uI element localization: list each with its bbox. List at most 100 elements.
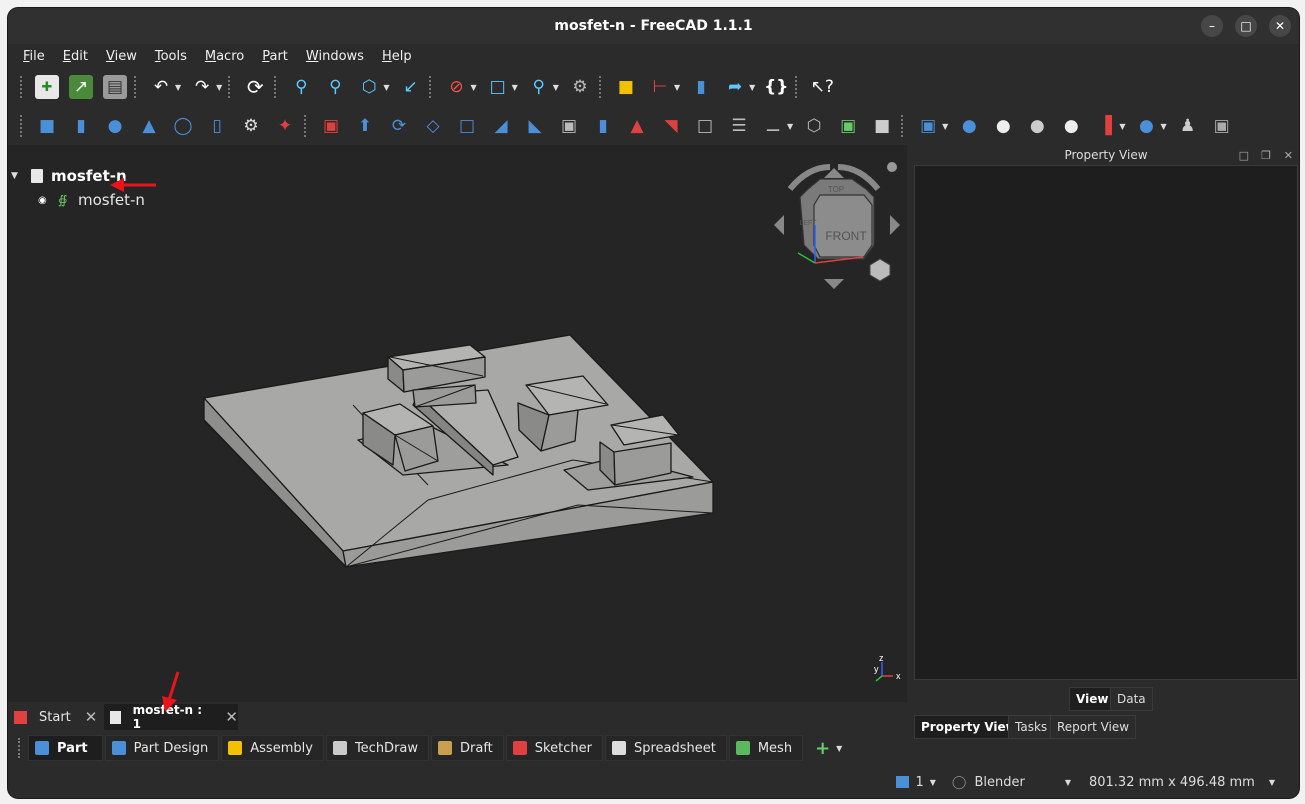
workbench-draft[interactable]: Draft xyxy=(431,735,504,761)
part-thickness-icon[interactable]: ⬡ xyxy=(802,114,826,138)
part-solid-box-icon[interactable]: ■ xyxy=(870,114,894,138)
join-dropdown-icon[interactable]: ▼ xyxy=(1160,122,1166,131)
save-file-icon[interactable]: ▤ xyxy=(103,75,127,99)
mosfet-model[interactable] xyxy=(203,334,714,568)
tab-view[interactable]: View xyxy=(1069,687,1116,711)
view-count[interactable]: 1 xyxy=(915,775,923,790)
split-dropdown-icon[interactable]: ▼ xyxy=(1119,122,1125,131)
folder-icon[interactable]: ▮ xyxy=(689,75,713,99)
workbench-techdraw[interactable]: TechDraw xyxy=(325,735,430,761)
part-extrude-icon[interactable]: ⬆ xyxy=(353,114,377,138)
navigation-style[interactable]: Blender xyxy=(974,775,1024,790)
offset-dropdown-icon[interactable]: ▼ xyxy=(787,122,793,131)
part-section-icon[interactable]: □ xyxy=(693,114,717,138)
toolbar-grip[interactable] xyxy=(228,76,232,98)
part-cut-icon[interactable]: ● xyxy=(991,114,1015,138)
workbench-part-design[interactable]: Part Design xyxy=(104,735,220,761)
part-boolean-icon[interactable]: ● xyxy=(957,114,981,138)
toolbar-grip[interactable] xyxy=(598,76,603,98)
part-chamfer-icon[interactable]: ◣ xyxy=(523,114,547,138)
maximize-button[interactable]: □ xyxy=(1235,15,1257,37)
workbench-sketcher[interactable]: Sketcher xyxy=(505,735,603,761)
part-shape-builder-icon[interactable]: ⚙ xyxy=(239,114,263,138)
close-window-button[interactable]: ✕ xyxy=(1269,15,1291,37)
macro-braces-icon[interactable]: {} xyxy=(764,75,788,99)
nav-style-dropdown-icon[interactable]: ▼ xyxy=(1065,778,1071,787)
add-workbench-icon[interactable]: + xyxy=(815,738,830,759)
workbench-part[interactable]: Part xyxy=(28,735,103,761)
toolbar-grip[interactable] xyxy=(20,115,24,137)
redo-dropdown-icon[interactable]: ▼ xyxy=(216,83,222,92)
export-link-icon[interactable]: ➦ xyxy=(723,75,747,99)
part-cross-sections-icon[interactable]: ☰ xyxy=(727,114,751,138)
menu-tools[interactable]: Tools xyxy=(146,49,196,64)
part-primitives2-icon[interactable]: ✦ xyxy=(273,114,297,138)
menu-help[interactable]: Help xyxy=(373,49,421,64)
view-count-dropdown-icon[interactable]: ▼ xyxy=(930,778,936,787)
nav-view-menu-icon[interactable] xyxy=(869,258,891,282)
close-tab-icon[interactable]: ✕ xyxy=(225,708,238,726)
menu-windows[interactable]: Windows xyxy=(297,49,373,64)
restore-panel-icon[interactable]: ❐ xyxy=(1261,149,1271,162)
draw-style-dropdown-icon[interactable]: ▼ xyxy=(470,83,476,92)
view-dropdown-icon[interactable]: ▼ xyxy=(383,83,389,92)
nav-face-top[interactable]: TOP xyxy=(828,185,844,194)
measure-icon[interactable]: ⚙ xyxy=(568,75,592,99)
tab-report-view[interactable]: Report View xyxy=(1050,715,1137,739)
part-split-icon[interactable]: ▐ xyxy=(1093,114,1117,138)
add-workbench-dropdown-icon[interactable]: ▼ xyxy=(836,744,842,753)
workbench-spreadsheet[interactable]: Spreadsheet xyxy=(604,735,727,761)
view-isometric-icon[interactable]: ⬡ xyxy=(357,75,381,99)
tree-child-label[interactable]: mosfet-n xyxy=(78,191,145,209)
nav-face-front[interactable]: FRONT xyxy=(825,229,867,243)
close-tab-icon[interactable]: ✕ xyxy=(85,708,98,726)
zoom-box-icon[interactable]: ⚲ xyxy=(527,75,551,99)
part-loft-icon[interactable]: ▲ xyxy=(625,114,649,138)
part-cylinder-icon[interactable]: ▮ xyxy=(69,114,93,138)
nav-rotate-down-icon[interactable] xyxy=(824,279,844,289)
toolbar-grip[interactable] xyxy=(274,76,278,98)
doc-tab-start[interactable]: Start ✕ xyxy=(10,704,100,730)
export-dropdown-icon[interactable]: ▼ xyxy=(749,83,755,92)
expand-arrow-icon[interactable]: ▼ xyxy=(11,171,23,181)
part-sweep-icon[interactable]: ◥ xyxy=(659,114,683,138)
3d-viewport[interactable]: FRONT TOP LEFT z x y xyxy=(8,145,907,702)
toolbar-grip[interactable] xyxy=(134,76,138,98)
property-grid[interactable] xyxy=(914,165,1298,680)
part-join-icon[interactable]: ● xyxy=(1134,114,1158,138)
part-check-icon[interactable]: ♟ xyxy=(1176,114,1200,138)
menu-macro[interactable]: Macro xyxy=(196,49,253,64)
nav-rotate-left-icon[interactable] xyxy=(774,215,784,235)
axis-dropdown-icon[interactable]: ▼ xyxy=(674,83,680,92)
toolbar-grip[interactable] xyxy=(429,76,433,98)
part-common-icon[interactable]: ● xyxy=(1059,114,1083,138)
part-sphere-icon[interactable]: ● xyxy=(103,114,127,138)
part-torus-icon[interactable]: ◯ xyxy=(171,114,195,138)
part-sketch-icon[interactable]: ▣ xyxy=(319,114,343,138)
view-zoom-arrow-icon[interactable]: ↙ xyxy=(398,75,422,99)
nav-menu-icon[interactable] xyxy=(887,162,897,172)
menu-part[interactable]: Part xyxy=(253,49,297,64)
part-mirror-icon[interactable]: ◇ xyxy=(421,114,445,138)
workbench-assembly[interactable]: Assembly xyxy=(221,735,324,761)
part-offset-icon[interactable]: ⚊ xyxy=(761,114,785,138)
part-box-icon[interactable]: ■ xyxy=(35,114,59,138)
refresh-icon[interactable]: ⟳ xyxy=(243,75,267,99)
part-primitives-icon[interactable]: ■ xyxy=(614,75,638,99)
nav-rotate-right-icon[interactable] xyxy=(890,215,900,235)
menu-file[interactable]: File xyxy=(14,49,54,64)
tab-tasks[interactable]: Tasks xyxy=(1008,715,1055,739)
part-defeaturing-icon[interactable]: ▣ xyxy=(1210,114,1234,138)
part-cone-icon[interactable]: ▲ xyxy=(137,114,161,138)
bounding-box-dropdown-icon[interactable]: ▼ xyxy=(512,83,518,92)
toolbar-grip[interactable] xyxy=(795,76,799,98)
part-tube-icon[interactable]: ▯ xyxy=(205,114,229,138)
part-ruled-surface-icon[interactable]: ▮ xyxy=(591,114,615,138)
part-fuse-icon[interactable]: ● xyxy=(1025,114,1049,138)
tab-data[interactable]: Data xyxy=(1110,687,1153,711)
new-file-icon[interactable]: ✚ xyxy=(35,75,59,99)
tree-child-row[interactable]: ◉ ∯ mosfet-n xyxy=(38,191,145,209)
part-selection-box-icon[interactable]: □ xyxy=(455,114,479,138)
zoom-fit-selection-icon[interactable]: ⚲ xyxy=(323,75,347,99)
close-panel-icon[interactable]: ✕ xyxy=(1284,149,1293,162)
